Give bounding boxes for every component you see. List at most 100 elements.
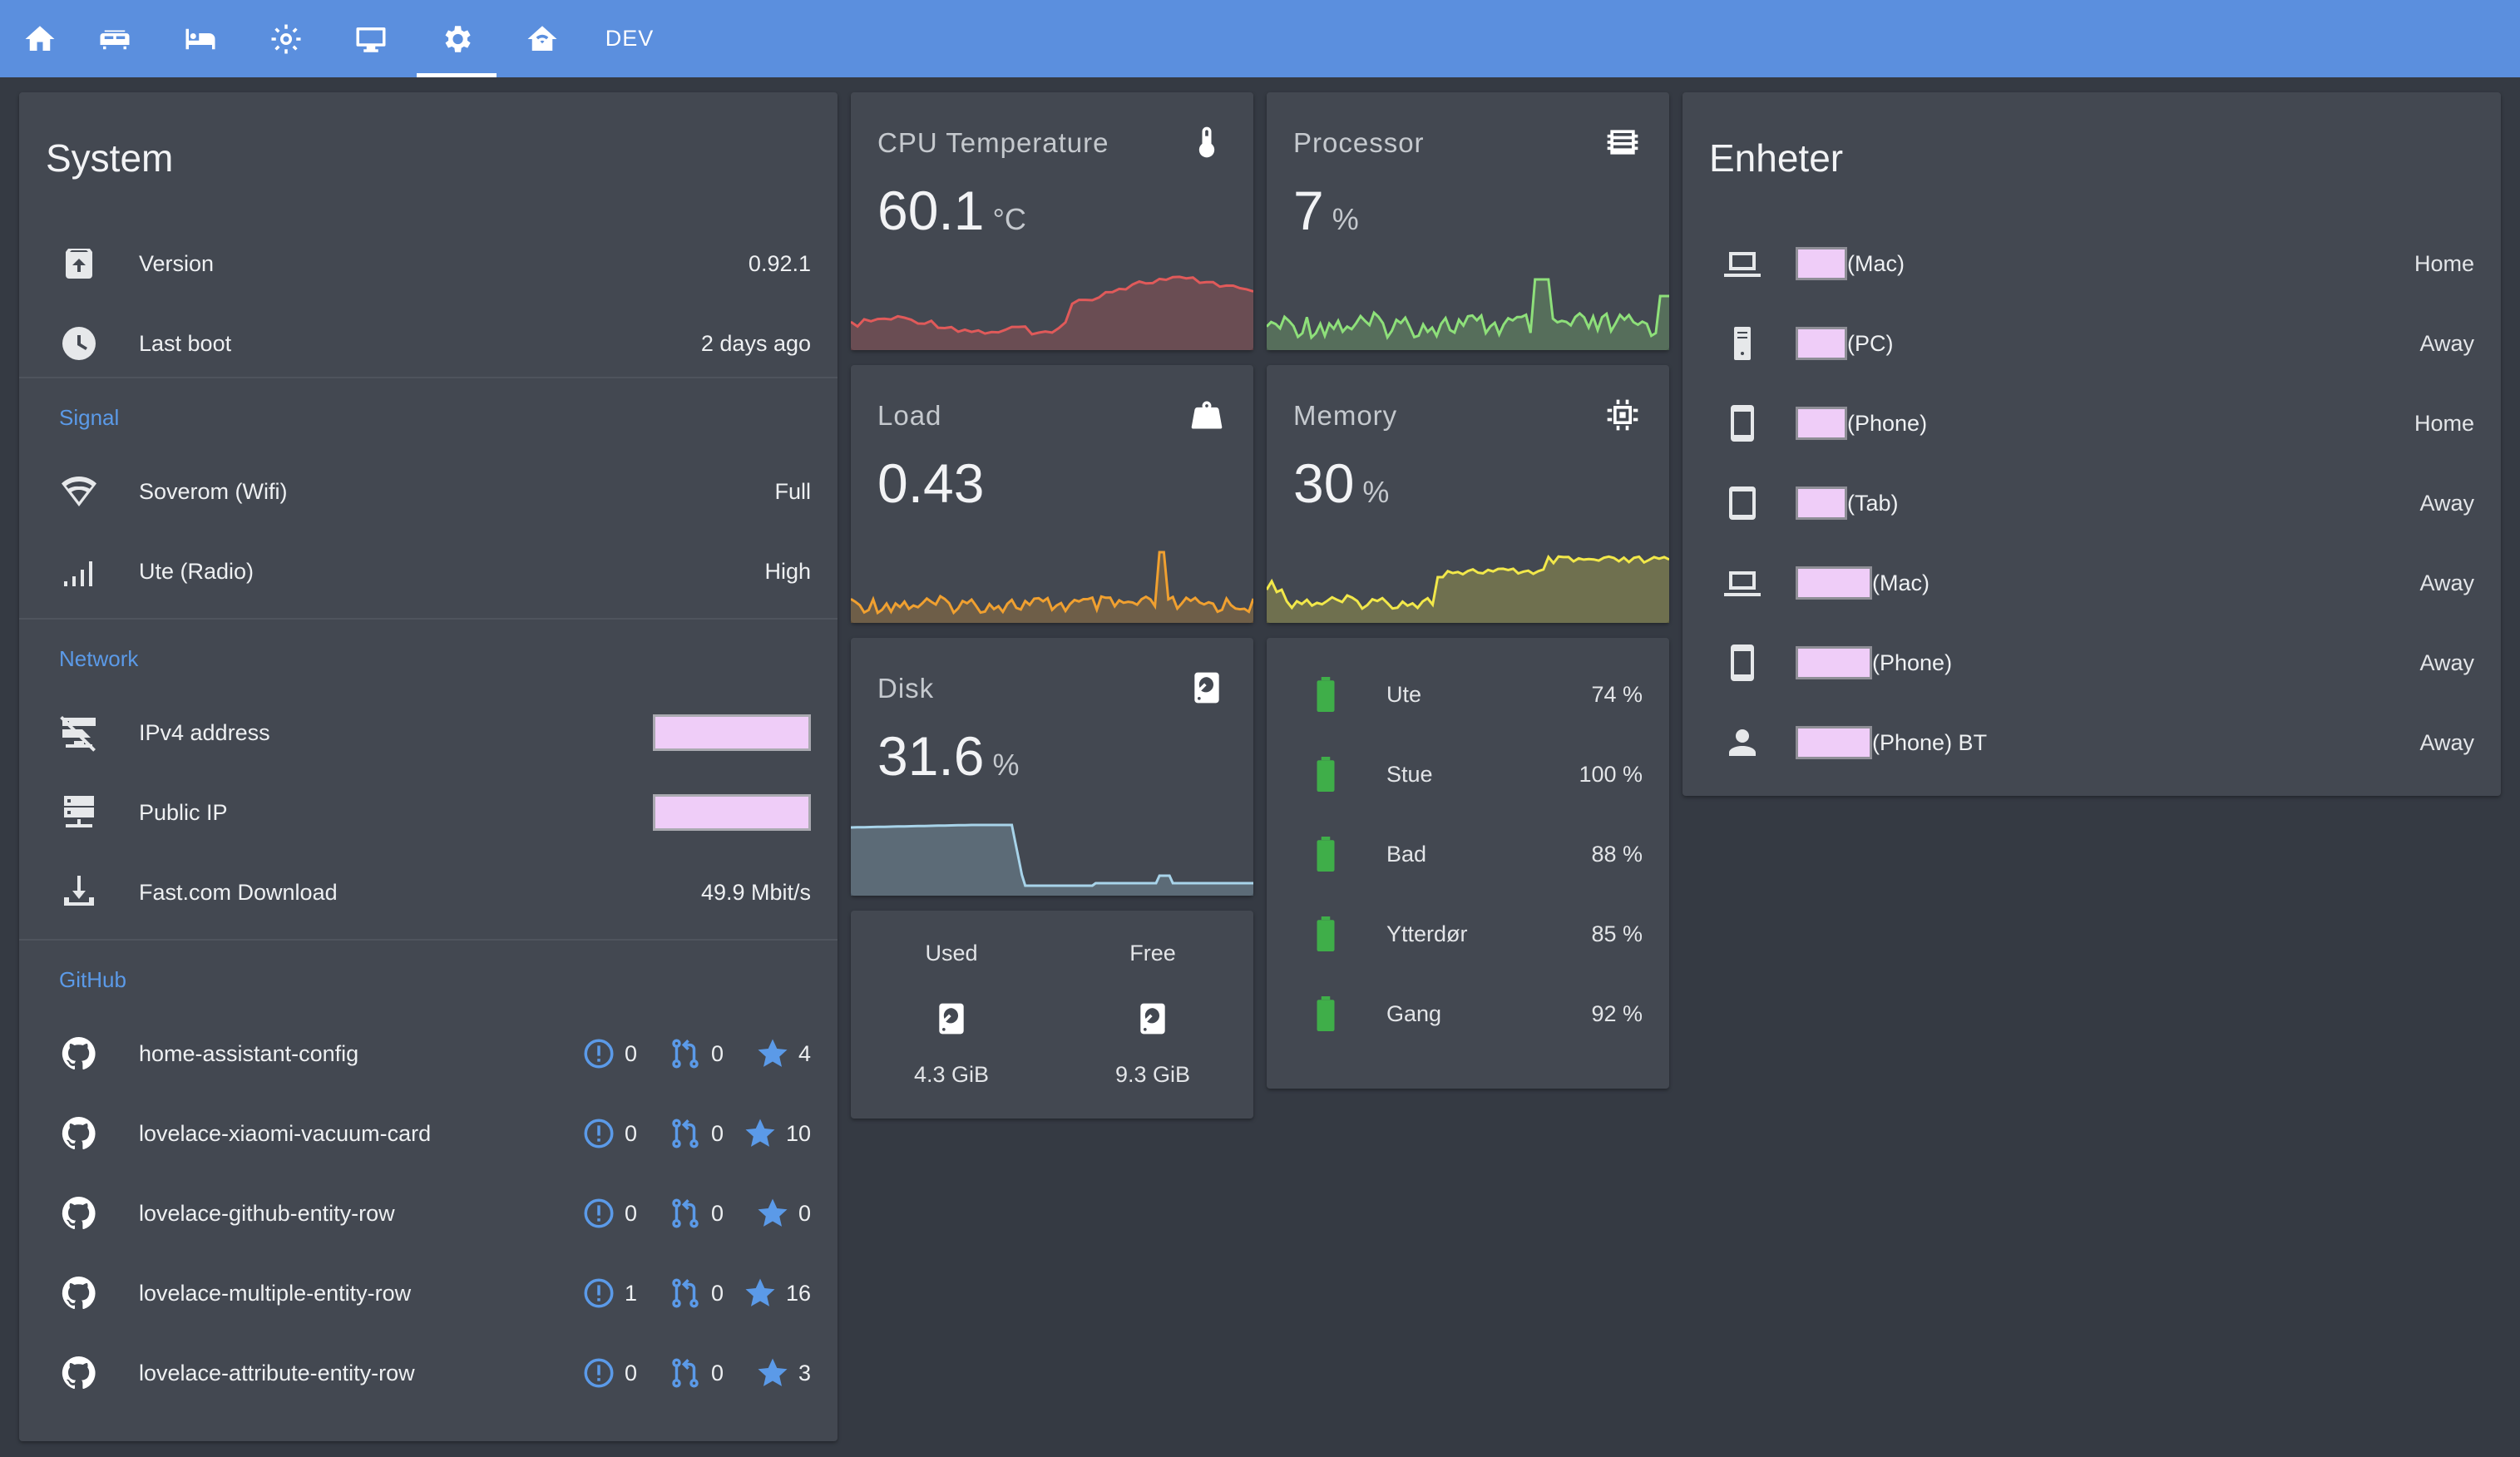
github-repo-row[interactable]: lovelace-multiple-entity-row 1 0 16 xyxy=(19,1253,838,1333)
disk-value: 31.6 xyxy=(877,725,985,787)
wifi-label: Soverom (Wifi) xyxy=(139,478,288,504)
github-issues[interactable]: 1 xyxy=(581,1276,637,1311)
source-pull-icon xyxy=(672,1039,699,1069)
disk-free[interactable]: Free 9.3 GiB xyxy=(1052,911,1253,1119)
github-star-count: 0 xyxy=(798,1200,811,1226)
cpu-temperature-name: CPU Temperature xyxy=(877,127,1109,158)
battery-name: Stue xyxy=(1386,761,1433,787)
github-issues-count: 0 xyxy=(625,1200,638,1226)
github-pull-requests[interactable]: 0 xyxy=(668,1116,724,1151)
memory-card[interactable]: Memory 30% xyxy=(1267,365,1669,623)
battery-value: 74 % xyxy=(1591,681,1643,707)
battery-icon xyxy=(1317,916,1335,951)
github-stars[interactable]: 0 xyxy=(755,1196,811,1231)
github-pull-requests[interactable]: 0 xyxy=(668,1356,724,1390)
version-row[interactable]: Version 0.92.1 xyxy=(19,224,838,304)
github-repo-row[interactable]: home-assistant-config 0 0 4 xyxy=(19,1014,838,1094)
tab-home[interactable] xyxy=(0,0,80,77)
chip-icon xyxy=(1604,124,1641,161)
laptop-icon xyxy=(1722,563,1762,603)
github-icon xyxy=(59,1193,99,1233)
github-repo-row[interactable]: lovelace-xiaomi-vacuum-card 0 0 10 xyxy=(19,1094,838,1173)
github-stars[interactable]: 16 xyxy=(743,1276,811,1311)
battery-row[interactable]: Gang 92 % xyxy=(1267,974,1669,1054)
fast-download-row[interactable]: Fast.com Download 49.9 Mbit/s xyxy=(19,852,838,932)
github-issues[interactable]: 0 xyxy=(581,1036,637,1071)
wifi-value: Full xyxy=(774,478,811,504)
tab-bedroom[interactable] xyxy=(161,0,240,77)
github-icon xyxy=(59,1114,99,1153)
wifi-row[interactable]: Soverom (Wifi) Full xyxy=(19,452,838,531)
github-pull-requests[interactable]: 0 xyxy=(668,1276,724,1311)
github-stars[interactable]: 3 xyxy=(755,1356,811,1390)
device-state: Home xyxy=(2414,410,2474,436)
device-row[interactable]: (PC) Away xyxy=(1682,304,2501,383)
battery-row[interactable]: Ute 74 % xyxy=(1267,654,1669,734)
github-pull-requests[interactable]: 0 xyxy=(668,1196,724,1231)
github-repo-row[interactable]: lovelace-github-entity-row 0 0 0 xyxy=(19,1173,838,1253)
cpu-temperature-card[interactable]: CPU Temperature 60.1 °C xyxy=(851,92,1253,350)
github-stars[interactable]: 4 xyxy=(755,1036,811,1071)
radio-row[interactable]: Ute (Radio) High xyxy=(19,531,838,611)
server-network-off-icon xyxy=(59,713,99,753)
github-pull-requests[interactable]: 0 xyxy=(668,1036,724,1071)
tab-lights[interactable] xyxy=(246,0,326,77)
github-repo-row[interactable]: lovelace-attribute-entity-row 0 0 3 xyxy=(19,1333,838,1413)
tab-house[interactable] xyxy=(502,0,582,77)
device-row[interactable]: (Mac) Away xyxy=(1682,543,2501,623)
brightness-icon xyxy=(271,24,301,53)
device-state: Away xyxy=(2419,729,2474,755)
tab-sofa[interactable] xyxy=(75,0,155,77)
tablet-icon xyxy=(1722,483,1762,523)
battery-row[interactable]: Bad 88 % xyxy=(1267,814,1669,894)
load-value: 0.43 xyxy=(877,452,985,514)
disk-used[interactable]: Used 4.3 GiB xyxy=(851,911,1052,1119)
device-row[interactable]: (Mac) Home xyxy=(1682,224,2501,304)
battery-row[interactable]: Ytterdør 85 % xyxy=(1267,894,1669,974)
github-stars[interactable]: 10 xyxy=(743,1116,811,1151)
device-name: (Phone) xyxy=(1872,649,1953,675)
memory-chip-icon xyxy=(1604,397,1641,433)
device-row[interactable]: (Phone) BT Away xyxy=(1682,703,2501,783)
source-pull-icon xyxy=(672,1198,699,1228)
disk-card[interactable]: Disk 31.6% xyxy=(851,638,1253,896)
divider xyxy=(19,377,838,378)
github-repo-name: lovelace-github-entity-row xyxy=(139,1200,395,1226)
cpu-temperature-unit: °C xyxy=(992,202,1026,236)
star-icon xyxy=(758,1358,788,1386)
tab-media[interactable] xyxy=(331,0,411,77)
battery-row[interactable]: Stue 100 % xyxy=(1267,734,1669,814)
clock-icon xyxy=(59,324,99,363)
wifi-icon xyxy=(59,472,99,511)
device-name: (Phone) BT xyxy=(1872,729,1988,755)
device-row[interactable]: (Phone) Away xyxy=(1682,623,2501,703)
harddisk-icon xyxy=(1140,1003,1165,1035)
public-ip-value-redacted xyxy=(653,794,811,831)
bed-icon xyxy=(185,28,215,49)
github-section-title: GitHub xyxy=(59,967,126,992)
github-issues-count: 0 xyxy=(625,1120,638,1146)
signal-section-title: Signal xyxy=(59,405,120,430)
cellphone-icon xyxy=(1722,403,1762,443)
ipv4-row[interactable]: IPv4 address xyxy=(19,693,838,773)
disk-name: Disk xyxy=(877,673,935,704)
disk-unit: % xyxy=(992,748,1020,782)
tab-dev[interactable]: DEV xyxy=(590,0,670,77)
processor-card[interactable]: Processor 7% xyxy=(1267,92,1669,350)
public-ip-row[interactable]: Public IP xyxy=(19,773,838,852)
github-issues[interactable]: 0 xyxy=(581,1116,637,1151)
github-issues[interactable]: 0 xyxy=(581,1196,637,1231)
device-row[interactable]: (Tab) Away xyxy=(1682,463,2501,543)
github-issues[interactable]: 0 xyxy=(581,1356,637,1390)
battery-value: 100 % xyxy=(1579,761,1643,787)
star-icon xyxy=(745,1278,775,1306)
device-row[interactable]: (Phone) Home xyxy=(1682,383,2501,463)
weight-icon xyxy=(1188,397,1225,433)
sofa-icon xyxy=(100,30,130,49)
tab-settings[interactable] xyxy=(417,0,497,77)
github-icon xyxy=(59,1273,99,1313)
device-name: (PC) xyxy=(1847,330,1894,356)
load-card[interactable]: Load 0.43 xyxy=(851,365,1253,623)
last-boot-row[interactable]: Last boot 2 days ago xyxy=(19,304,838,383)
processor-unit: % xyxy=(1332,202,1359,236)
